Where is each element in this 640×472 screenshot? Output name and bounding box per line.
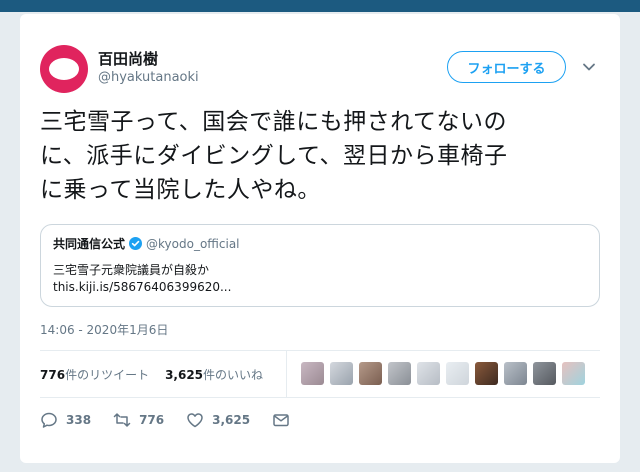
retweet-count: 776 xyxy=(139,413,165,427)
like-button[interactable]: 3,625 xyxy=(186,411,250,429)
like-count: 3,625 xyxy=(212,413,251,427)
quote-author-handle: @kyodo_official xyxy=(146,236,240,251)
divider xyxy=(40,350,600,351)
tweet-text-line: 三宅雪子って、国会で誰にも押されてないの xyxy=(40,109,508,135)
message-button[interactable] xyxy=(272,411,298,429)
top-bar xyxy=(0,0,640,12)
liker-avatar[interactable] xyxy=(446,362,469,385)
like-icon xyxy=(187,413,203,428)
chevron-down-icon[interactable] xyxy=(582,60,596,74)
reply-button[interactable]: 338 xyxy=(40,411,91,429)
liker-avatar[interactable] xyxy=(301,362,324,385)
reply-count: 338 xyxy=(66,413,92,427)
liker-avatar[interactable] xyxy=(504,362,527,385)
timestamp[interactable]: 14:06 - 2020年1月6日 xyxy=(40,321,168,338)
retweet-stat-count: 776 xyxy=(40,368,66,382)
retweet-icon xyxy=(113,413,131,427)
user-handle[interactable]: @hyakutanaoki xyxy=(98,70,199,85)
liker-avatars[interactable] xyxy=(301,362,585,385)
retweet-stat[interactable]: 776件のリツイート xyxy=(40,366,149,383)
divider xyxy=(286,351,287,397)
quote-link[interactable]: this.kiji.is/58676406399620... xyxy=(53,280,231,294)
follow-button[interactable]: フォローする xyxy=(447,51,566,83)
tweet-stats: 776件のリツイート 3,625件のいいね xyxy=(40,366,263,383)
avatar[interactable] xyxy=(40,45,88,93)
like-stat-label: 件のいいね xyxy=(203,368,264,382)
tweet-text-line: に、派手にダイビングして、翌日から車椅子 xyxy=(40,143,508,169)
retweet-button[interactable]: 776 xyxy=(113,411,164,429)
liker-avatar[interactable] xyxy=(417,362,440,385)
quoted-tweet[interactable]: 共同通信公式 @kyodo_official 三宅雪子元衆院議員が自殺か thi… xyxy=(40,224,600,307)
like-stat-count: 3,625 xyxy=(165,368,204,382)
like-stat[interactable]: 3,625件のいいね xyxy=(165,366,263,383)
tweet-text: 三宅雪子って、国会で誰にも押されてないの に、派手にダイビングして、翌日から車椅… xyxy=(40,105,600,207)
liker-avatar[interactable] xyxy=(388,362,411,385)
liker-avatar[interactable] xyxy=(475,362,498,385)
liker-avatar[interactable] xyxy=(330,362,353,385)
tweet-card: 百田尚樹 @hyakutanaoki フォローする 三宅雪子って、国会で誰にも押… xyxy=(20,14,620,463)
tweet-actions: 338 776 3,625 xyxy=(40,411,320,429)
display-name[interactable]: 百田尚樹 xyxy=(98,48,158,69)
retweet-stat-label: 件のリツイート xyxy=(65,368,150,382)
quote-text: 三宅雪子元衆院議員が自殺か xyxy=(53,263,210,277)
reply-icon xyxy=(41,412,57,428)
liker-avatar[interactable] xyxy=(562,362,585,385)
liker-avatar[interactable] xyxy=(533,362,556,385)
divider xyxy=(40,397,600,398)
tweet-text-line: に乗って当院した人やね。 xyxy=(40,177,321,203)
verified-icon xyxy=(129,237,143,250)
quote-author-name: 共同通信公式 xyxy=(53,237,126,251)
message-icon xyxy=(273,414,289,427)
liker-avatar[interactable] xyxy=(359,362,382,385)
